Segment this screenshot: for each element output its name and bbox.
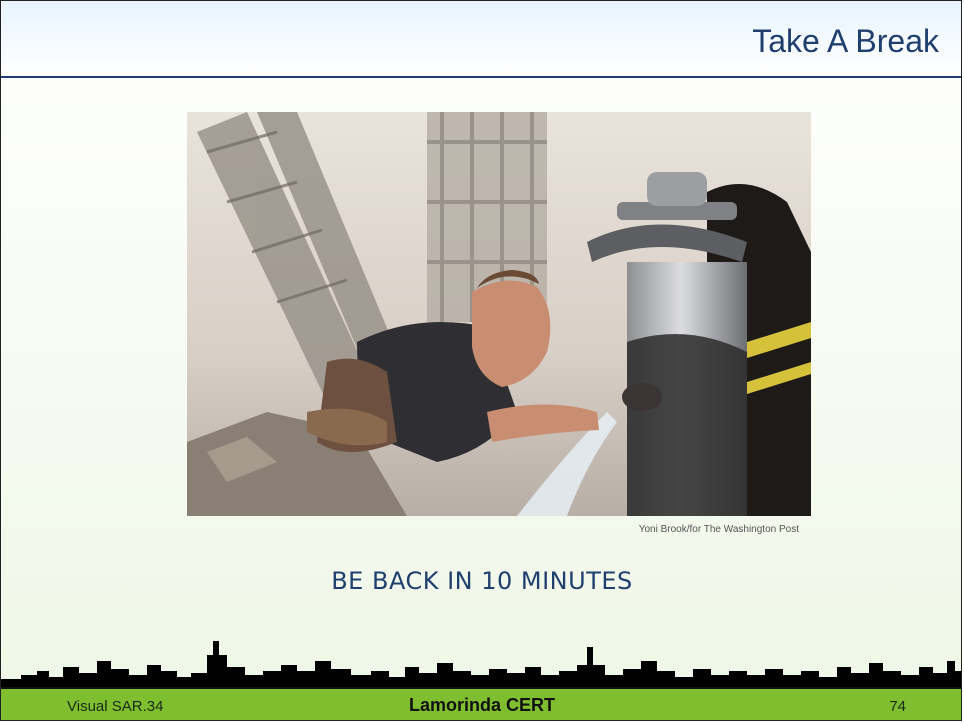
photo-credit: Yoni Brook/for The Washington Post <box>638 524 799 535</box>
break-message: BE BACK IN 10 MINUTES <box>331 567 633 595</box>
title-divider <box>1 76 961 78</box>
footer-bar: Visual SAR.34 Lamorinda CERT 74 <box>1 687 961 720</box>
organization-name: Lamorinda CERT <box>408 695 555 715</box>
photo-illustration <box>187 112 811 516</box>
slide: Take A Break Yoni Brook/for The Washingt… <box>0 0 962 721</box>
city-skyline <box>1 631 961 687</box>
firefighter-photo <box>187 112 811 516</box>
page-number: 74 <box>889 698 906 715</box>
slide-title: Take A Break <box>752 23 939 59</box>
skyline-graphic <box>1 641 961 687</box>
